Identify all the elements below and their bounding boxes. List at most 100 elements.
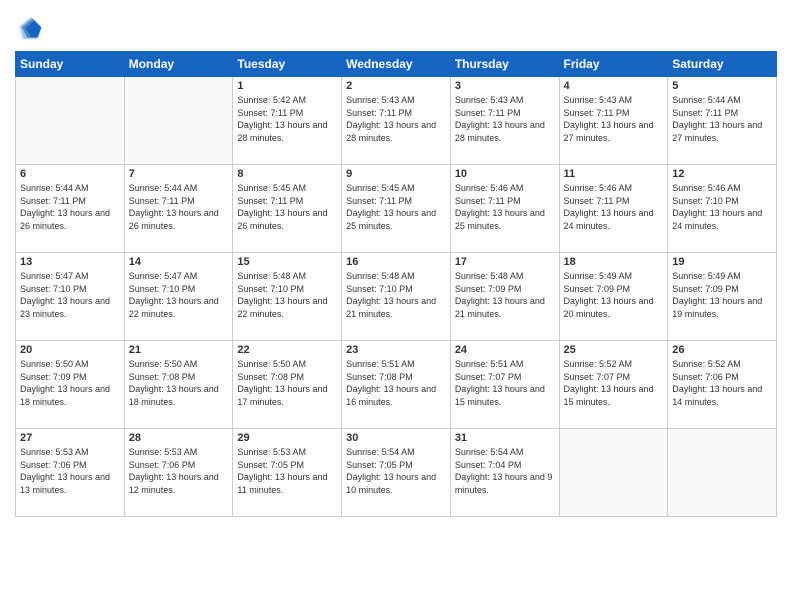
day-info: Sunrise: 5:48 AMSunset: 7:10 PMDaylight:… bbox=[346, 270, 446, 320]
day-info: Sunrise: 5:52 AMSunset: 7:06 PMDaylight:… bbox=[672, 358, 772, 408]
calendar-week-row: 1Sunrise: 5:42 AMSunset: 7:11 PMDaylight… bbox=[16, 77, 777, 165]
day-number: 15 bbox=[237, 256, 337, 268]
day-number: 2 bbox=[346, 80, 446, 92]
calendar-body: 1Sunrise: 5:42 AMSunset: 7:11 PMDaylight… bbox=[16, 77, 777, 517]
day-number: 14 bbox=[129, 256, 229, 268]
calendar-cell: 17Sunrise: 5:48 AMSunset: 7:09 PMDayligh… bbox=[450, 253, 559, 341]
calendar-cell: 20Sunrise: 5:50 AMSunset: 7:09 PMDayligh… bbox=[16, 341, 125, 429]
day-info: Sunrise: 5:53 AMSunset: 7:06 PMDaylight:… bbox=[129, 446, 229, 496]
day-number: 28 bbox=[129, 432, 229, 444]
day-number: 6 bbox=[20, 168, 120, 180]
day-number: 27 bbox=[20, 432, 120, 444]
day-info: Sunrise: 5:51 AMSunset: 7:07 PMDaylight:… bbox=[455, 358, 555, 408]
calendar-cell bbox=[124, 77, 233, 165]
day-number: 3 bbox=[455, 80, 555, 92]
day-number: 21 bbox=[129, 344, 229, 356]
day-info: Sunrise: 5:45 AMSunset: 7:11 PMDaylight:… bbox=[346, 182, 446, 232]
day-info: Sunrise: 5:53 AMSunset: 7:06 PMDaylight:… bbox=[20, 446, 120, 496]
calendar-cell bbox=[559, 429, 668, 517]
day-number: 25 bbox=[564, 344, 664, 356]
day-info: Sunrise: 5:43 AMSunset: 7:11 PMDaylight:… bbox=[564, 94, 664, 144]
calendar-cell: 21Sunrise: 5:50 AMSunset: 7:08 PMDayligh… bbox=[124, 341, 233, 429]
weekday-header: Monday bbox=[124, 52, 233, 77]
calendar-cell: 13 Sunrise: 5:47 AMSunset: 7:10 PMDayligh… bbox=[16, 253, 125, 341]
calendar-cell: 24Sunrise: 5:51 AMSunset: 7:07 PMDayligh… bbox=[450, 341, 559, 429]
day-number: 17 bbox=[455, 256, 555, 268]
day-info: Sunrise: 5:44 AMSunset: 7:11 PMDaylight:… bbox=[20, 182, 120, 232]
calendar-cell: 9 Sunrise: 5:45 AMSunset: 7:11 PMDaylight… bbox=[342, 165, 451, 253]
day-number: 10 bbox=[455, 168, 555, 180]
calendar-cell: 30Sunrise: 5:54 AMSunset: 7:05 PMDayligh… bbox=[342, 429, 451, 517]
day-number: 18 bbox=[564, 256, 664, 268]
calendar-cell: 5 Sunrise: 5:44 AMSunset: 7:11 PMDaylight… bbox=[668, 77, 777, 165]
logo-icon bbox=[15, 15, 43, 43]
calendar-cell: 16 Sunrise: 5:48 AMSunset: 7:10 PMDayligh… bbox=[342, 253, 451, 341]
calendar-cell: 3 Sunrise: 5:43 AMSunset: 7:11 PMDaylight… bbox=[450, 77, 559, 165]
weekday-header: Saturday bbox=[668, 52, 777, 77]
weekday-header: Friday bbox=[559, 52, 668, 77]
calendar-week-row: 20Sunrise: 5:50 AMSunset: 7:09 PMDayligh… bbox=[16, 341, 777, 429]
calendar-header: SundayMondayTuesdayWednesdayThursdayFrid… bbox=[16, 52, 777, 77]
calendar-cell: 25 Sunrise: 5:52 AMSunset: 7:07 PMDayligh… bbox=[559, 341, 668, 429]
day-info: Sunrise: 5:47 AMSunset: 7:10 PMDaylight:… bbox=[20, 270, 120, 320]
day-number: 9 bbox=[346, 168, 446, 180]
day-number: 16 bbox=[346, 256, 446, 268]
day-info: Sunrise: 5:52 AMSunset: 7:07 PMDaylight:… bbox=[564, 358, 664, 408]
day-number: 13 bbox=[20, 256, 120, 268]
calendar-cell: 31 Sunrise: 5:54 AMSunset: 7:04 PMDayligh… bbox=[450, 429, 559, 517]
day-info: Sunrise: 5:49 AMSunset: 7:09 PMDaylight:… bbox=[564, 270, 664, 320]
day-number: 5 bbox=[672, 80, 772, 92]
day-number: 23 bbox=[346, 344, 446, 356]
day-info: Sunrise: 5:46 AMSunset: 7:10 PMDaylight:… bbox=[672, 182, 772, 232]
day-number: 8 bbox=[237, 168, 337, 180]
day-number: 12 bbox=[672, 168, 772, 180]
day-info: Sunrise: 5:47 AMSunset: 7:10 PMDaylight:… bbox=[129, 270, 229, 320]
weekday-header: Sunday bbox=[16, 52, 125, 77]
calendar-page: SundayMondayTuesdayWednesdayThursdayFrid… bbox=[0, 0, 792, 612]
calendar-cell: 14 Sunrise: 5:47 AMSunset: 7:10 PMDayligh… bbox=[124, 253, 233, 341]
day-number: 22 bbox=[237, 344, 337, 356]
calendar-cell: 4Sunrise: 5:43 AMSunset: 7:11 PMDaylight… bbox=[559, 77, 668, 165]
day-info: Sunrise: 5:44 AMSunset: 7:11 PMDaylight:… bbox=[672, 94, 772, 144]
calendar-cell: 2Sunrise: 5:43 AMSunset: 7:11 PMDaylight… bbox=[342, 77, 451, 165]
day-number: 30 bbox=[346, 432, 446, 444]
calendar-cell: 29 Sunrise: 5:53 AMSunset: 7:05 PMDayligh… bbox=[233, 429, 342, 517]
day-number: 20 bbox=[20, 344, 120, 356]
weekday-header: Thursday bbox=[450, 52, 559, 77]
day-info: Sunrise: 5:43 AMSunset: 7:11 PMDaylight:… bbox=[455, 94, 555, 144]
calendar-cell: 23 Sunrise: 5:51 AMSunset: 7:08 PMDayligh… bbox=[342, 341, 451, 429]
calendar-cell: 19Sunrise: 5:49 AMSunset: 7:09 PMDayligh… bbox=[668, 253, 777, 341]
day-info: Sunrise: 5:44 AMSunset: 7:11 PMDaylight:… bbox=[129, 182, 229, 232]
weekday-row: SundayMondayTuesdayWednesdayThursdayFrid… bbox=[16, 52, 777, 77]
calendar-cell: 18 Sunrise: 5:49 AMSunset: 7:09 PMDayligh… bbox=[559, 253, 668, 341]
day-info: Sunrise: 5:51 AMSunset: 7:08 PMDaylight:… bbox=[346, 358, 446, 408]
calendar-table: SundayMondayTuesdayWednesdayThursdayFrid… bbox=[15, 51, 777, 517]
header bbox=[15, 15, 777, 43]
calendar-cell: 1Sunrise: 5:42 AMSunset: 7:11 PMDaylight… bbox=[233, 77, 342, 165]
day-info: Sunrise: 5:46 AMSunset: 7:11 PMDaylight:… bbox=[455, 182, 555, 232]
day-number: 26 bbox=[672, 344, 772, 356]
day-info: Sunrise: 5:42 AMSunset: 7:11 PMDaylight:… bbox=[237, 94, 337, 144]
day-info: Sunrise: 5:50 AMSunset: 7:08 PMDaylight:… bbox=[237, 358, 337, 408]
calendar-cell: 28 Sunrise: 5:53 AMSunset: 7:06 PMDayligh… bbox=[124, 429, 233, 517]
day-info: Sunrise: 5:46 AMSunset: 7:11 PMDaylight:… bbox=[564, 182, 664, 232]
calendar-cell bbox=[16, 77, 125, 165]
day-number: 11 bbox=[564, 168, 664, 180]
calendar-cell: 12 Sunrise: 5:46 AMSunset: 7:10 PMDayligh… bbox=[668, 165, 777, 253]
day-number: 29 bbox=[237, 432, 337, 444]
weekday-header: Wednesday bbox=[342, 52, 451, 77]
calendar-cell bbox=[668, 429, 777, 517]
calendar-cell: 15Sunrise: 5:48 AMSunset: 7:10 PMDayligh… bbox=[233, 253, 342, 341]
calendar-cell: 6 Sunrise: 5:44 AMSunset: 7:11 PMDaylight… bbox=[16, 165, 125, 253]
day-number: 31 bbox=[455, 432, 555, 444]
calendar-cell: 11 Sunrise: 5:46 AMSunset: 7:11 PMDayligh… bbox=[559, 165, 668, 253]
calendar-week-row: 27 Sunrise: 5:53 AMSunset: 7:06 PMDayligh… bbox=[16, 429, 777, 517]
calendar-week-row: 6 Sunrise: 5:44 AMSunset: 7:11 PMDaylight… bbox=[16, 165, 777, 253]
day-info: Sunrise: 5:49 AMSunset: 7:09 PMDaylight:… bbox=[672, 270, 772, 320]
calendar-cell: 8Sunrise: 5:45 AMSunset: 7:11 PMDaylight… bbox=[233, 165, 342, 253]
day-info: Sunrise: 5:54 AMSunset: 7:04 PMDaylight:… bbox=[455, 446, 555, 496]
calendar-cell: 27 Sunrise: 5:53 AMSunset: 7:06 PMDayligh… bbox=[16, 429, 125, 517]
calendar-cell: 26 Sunrise: 5:52 AMSunset: 7:06 PMDayligh… bbox=[668, 341, 777, 429]
calendar-cell: 10 Sunrise: 5:46 AMSunset: 7:11 PMDayligh… bbox=[450, 165, 559, 253]
day-info: Sunrise: 5:53 AMSunset: 7:05 PMDaylight:… bbox=[237, 446, 337, 496]
